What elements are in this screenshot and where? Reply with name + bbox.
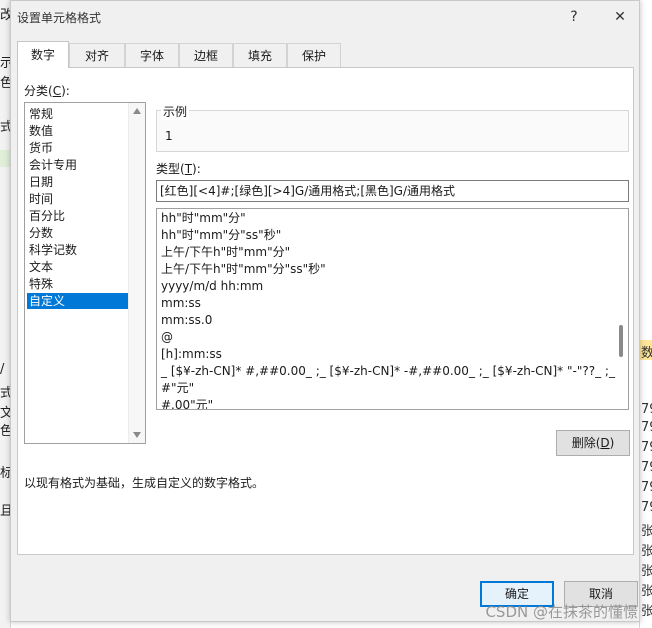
category-item[interactable]: 会计专用 [27, 157, 129, 173]
format-item[interactable]: [h]:mm:ss [161, 346, 222, 363]
scroll-up-icon[interactable] [133, 108, 141, 114]
category-item[interactable]: 特殊 [27, 276, 129, 292]
format-item[interactable]: hh"时"mm"分"ss"秒" [161, 227, 281, 244]
format-item[interactable]: _ [$¥-zh-CN]* #,##0.00_ ;_ [$¥-zh-CN]* -… [161, 363, 628, 380]
format-scrollbar[interactable] [616, 209, 628, 409]
category-item[interactable]: 分数 [27, 225, 129, 241]
category-list[interactable]: 常规 数值 货币 会计专用 日期 时间 百分比 分数 科学记数 文本 特殊 自定… [24, 102, 146, 444]
format-description: 以现有格式为基础，生成自定义的数字格式。 [24, 476, 265, 490]
title-bar: 设置单元格格式 ? ✕ [11, 1, 639, 33]
category-item[interactable]: 科学记数 [27, 242, 129, 258]
category-item[interactable]: 数值 [27, 123, 129, 139]
format-item[interactable]: #"元" [161, 380, 194, 397]
bg-text: 张 [641, 544, 652, 559]
tab-font[interactable]: 字体 [125, 43, 179, 67]
category-item-selected[interactable]: 自定义 [27, 293, 129, 309]
bg-text: 张 [641, 584, 652, 599]
category-item[interactable]: 时间 [27, 191, 129, 207]
format-list[interactable]: hh"时"mm"分" hh"时"mm"分"ss"秒" 上午/下午h"时"mm"分… [156, 208, 629, 410]
type-input[interactable]: [红色][<4]#;[绿色][>4]G/通用格式;[黑色]G/通用格式 [156, 180, 629, 202]
bg-text: 79 [641, 460, 652, 475]
format-item[interactable]: mm:ss.0 [161, 312, 212, 329]
category-scrollbar[interactable] [128, 103, 145, 443]
format-item[interactable]: @ [161, 329, 173, 346]
tab-number[interactable]: 数字 [17, 41, 69, 68]
format-scroll-thumb[interactable] [619, 325, 623, 357]
tab-alignment[interactable]: 对齐 [69, 43, 125, 67]
category-item[interactable]: 百分比 [27, 208, 129, 224]
type-label: 类型(T): [156, 162, 201, 176]
number-tab-panel: 分类(C): 常规 数值 货币 会计专用 日期 时间 百分比 分数 科学记数 文… [17, 67, 634, 555]
format-item[interactable]: yyyy/m/d hh:mm [161, 278, 263, 295]
format-item[interactable]: 上午/下午h"时"mm"分" [161, 244, 290, 261]
category-label: 分类(C): [24, 84, 70, 98]
bg-text: 79 [641, 420, 652, 435]
bg-text: / [0, 362, 5, 377]
close-button[interactable]: ✕ [605, 5, 635, 29]
tab-border[interactable]: 边框 [179, 43, 233, 67]
bg-text: 79 [641, 440, 652, 455]
format-item[interactable]: #.00"元" [161, 397, 213, 409]
bg-text: 张 [641, 564, 652, 579]
dialog-title: 设置单元格格式 [17, 11, 102, 25]
format-item[interactable]: 上午/下午h"时"mm"分"ss"秒" [161, 261, 326, 278]
bg-text: 79 [641, 480, 652, 495]
watermark-text: CSDN @在抹茶的懂憬 [485, 603, 638, 621]
category-item[interactable]: 日期 [27, 174, 129, 190]
bg-text: 79 [641, 500, 652, 515]
bg-text: 79 [641, 402, 652, 417]
format-item[interactable]: hh"时"mm"分" [161, 210, 246, 227]
category-item[interactable]: 常规 [27, 106, 129, 122]
sample-value: 1 [165, 129, 173, 143]
sample-legend: 示例 [161, 103, 190, 120]
bg-text: 张 [641, 524, 652, 539]
category-item[interactable]: 文本 [27, 259, 129, 275]
tab-protection[interactable]: 保护 [287, 43, 341, 67]
help-button[interactable]: ? [559, 5, 589, 29]
background-green-cell [0, 150, 10, 167]
bg-text: 数 [641, 346, 652, 361]
format-item[interactable]: mm:ss [161, 295, 201, 312]
delete-button[interactable]: 删除(D) [556, 430, 630, 456]
sample-group: 示例 1 [156, 103, 629, 152]
bg-text: 张 [641, 604, 652, 619]
format-cells-dialog: 设置单元格格式 ? ✕ 数字 对齐 字体 边框 填充 保护 分类(C): 常规 … [10, 0, 640, 622]
tab-fill[interactable]: 填充 [233, 43, 287, 67]
scroll-down-icon[interactable] [133, 432, 141, 438]
background-sheet-right: 数 79 79 79 79 79 79 张 张 张 张 张 [639, 0, 652, 628]
category-item[interactable]: 货币 [27, 140, 129, 156]
